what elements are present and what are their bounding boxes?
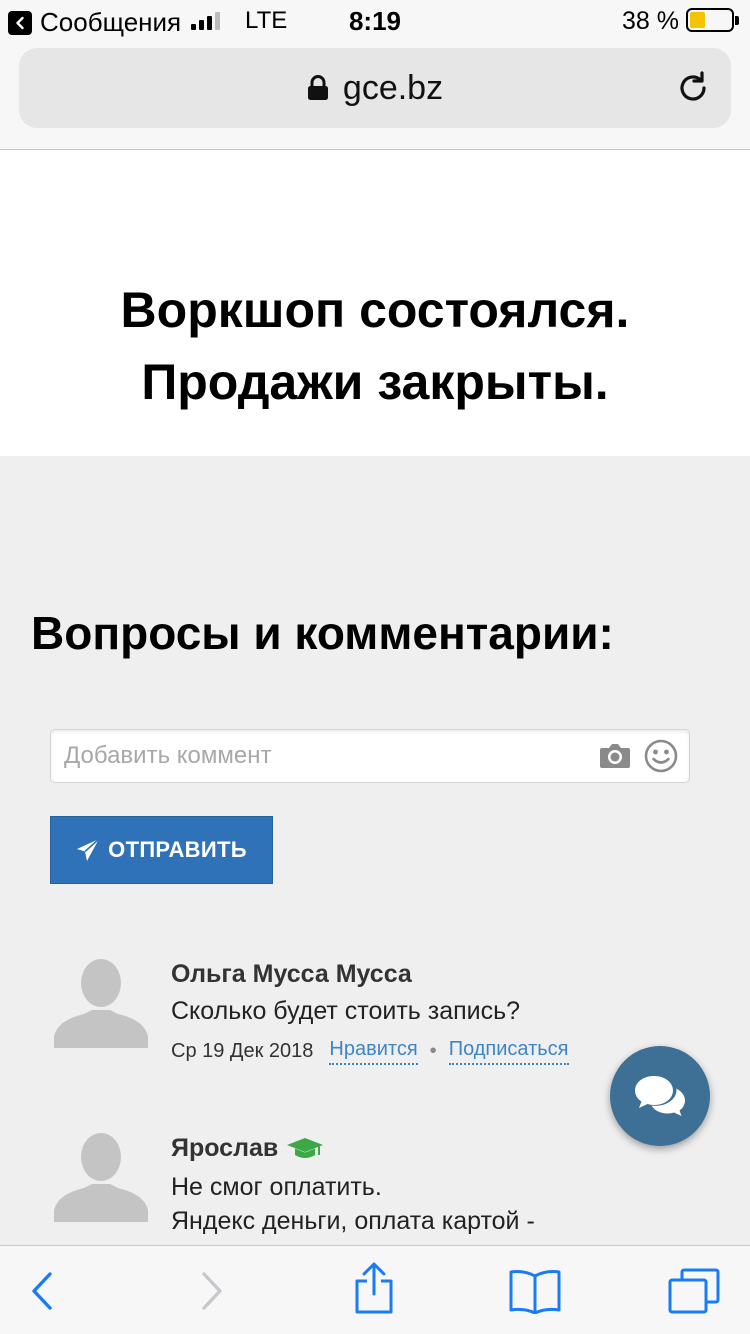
battery-percent: 38 % xyxy=(622,7,679,35)
reload-icon[interactable] xyxy=(675,70,711,106)
send-button-label: ОТПРАВИТЬ xyxy=(108,837,247,862)
comment-text-line: Не смог оплатить. xyxy=(171,1173,382,1201)
avatar-placeholder-icon xyxy=(54,1133,148,1222)
paper-plane-icon xyxy=(77,838,100,861)
url-text: gce.bz xyxy=(342,68,444,107)
comments-section-title: Вопросы и комментарии: xyxy=(31,607,614,659)
bookmarks-icon[interactable] xyxy=(508,1268,562,1314)
status-bar: Сообщения LTE 8:19 38 % xyxy=(0,0,750,40)
comment-meta: Ср 19 Дек 2018 Нравится • Подписаться xyxy=(171,1038,569,1065)
subscribe-link[interactable]: Подписаться xyxy=(448,1038,569,1065)
graduation-cap-icon xyxy=(287,1137,324,1158)
battery-icon xyxy=(686,8,739,32)
camera-icon[interactable] xyxy=(599,742,631,770)
browser-toolbar xyxy=(0,1245,750,1334)
hero-banner: Воркшоп состоялся. Продажи закрыты. xyxy=(0,150,750,456)
avatar-placeholder-icon xyxy=(54,959,148,1048)
page: Сообщения LTE 8:19 38 % gce.bz Воркшоп с… xyxy=(0,0,750,1334)
comment-input-box[interactable] xyxy=(50,729,690,783)
hero-title: Воркшоп состоялся. Продажи закрыты. xyxy=(0,274,750,418)
comment-text: Не смог оплатить. Яндекс деньги, оплата … xyxy=(171,1170,535,1238)
forward-icon[interactable] xyxy=(196,1268,226,1314)
comment-date: Ср 19 Дек 2018 xyxy=(171,1040,314,1062)
comment-author-name: Ярослав xyxy=(171,1134,279,1162)
comment-author[interactable]: Ярослав xyxy=(171,1134,324,1163)
chat-bubbles-icon xyxy=(635,1076,685,1116)
back-icon[interactable] xyxy=(28,1268,58,1314)
address-bar[interactable]: gce.bz xyxy=(19,48,731,128)
send-button[interactable]: ОТПРАВИТЬ xyxy=(50,816,273,884)
like-link[interactable]: Нравится xyxy=(329,1038,418,1065)
tabs-icon[interactable] xyxy=(668,1268,720,1314)
meta-separator: • xyxy=(429,1040,437,1062)
comment-text-line: Яндекс деньги, оплата картой - xyxy=(171,1207,535,1235)
browser-header: gce.bz xyxy=(0,40,750,150)
lock-icon xyxy=(307,75,328,100)
hero-line-1: Воркшоп состоялся. xyxy=(120,282,630,338)
comment-input[interactable] xyxy=(64,730,584,782)
comment-text: Сколько будет стоить запись? xyxy=(171,997,521,1025)
hero-line-2: Продажи закрыты. xyxy=(141,354,609,410)
emoji-icon[interactable] xyxy=(644,739,678,773)
share-icon[interactable] xyxy=(352,1262,396,1314)
comment-author[interactable]: Ольга Мусса Мусса xyxy=(171,960,412,989)
chat-button[interactable] xyxy=(610,1046,710,1146)
